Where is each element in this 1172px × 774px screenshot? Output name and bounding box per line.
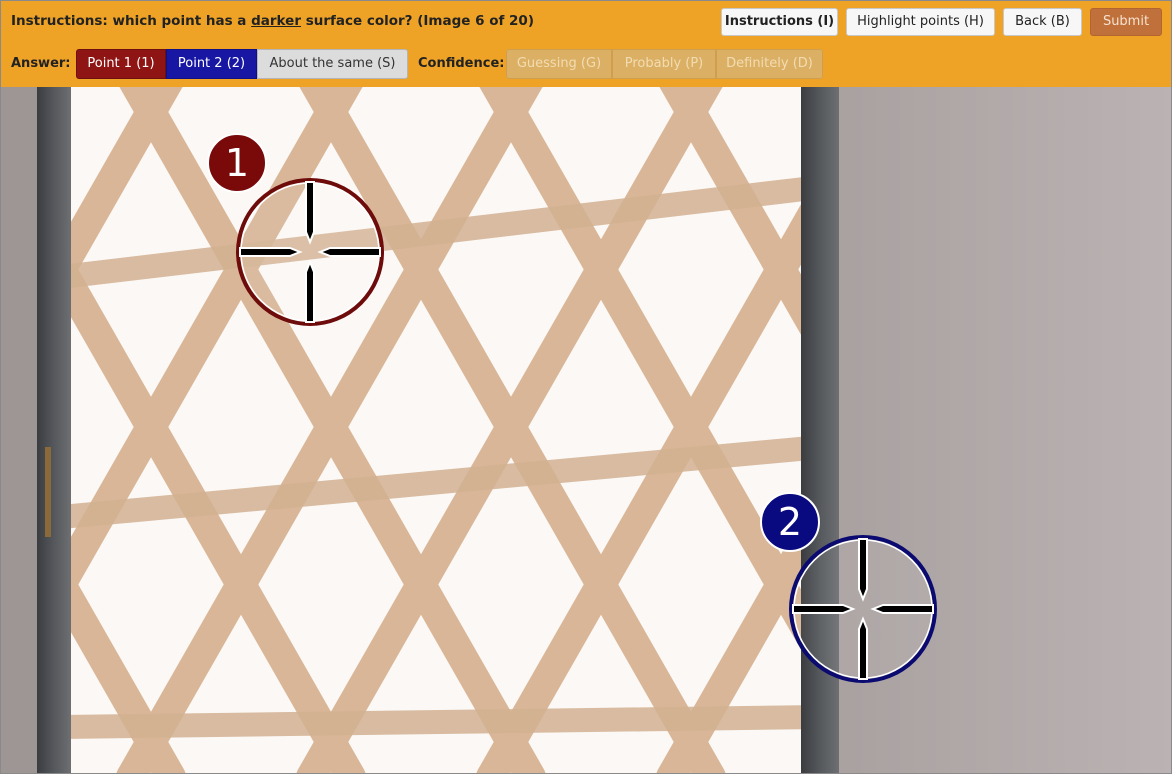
point-2-button[interactable]: Point 2 (2) [166, 49, 257, 79]
probably-button[interactable]: Probably (P) [612, 49, 716, 79]
toolbar: Instructions: which point has a darker s… [1, 1, 1171, 87]
instructions-button[interactable]: Instructions (I) [721, 8, 838, 36]
about-the-same-button[interactable]: About the same (S) [257, 49, 408, 79]
instructions-text: Instructions: which point has a darker s… [11, 13, 534, 29]
window-lattice-image [1, 87, 1171, 773]
instructions-emphasis: darker [251, 13, 301, 29]
confidence-label: Confidence: [418, 56, 505, 71]
answer-label: Answer: [11, 56, 71, 71]
instructions-prefix: Instructions: which point has a [11, 13, 252, 29]
submit-button[interactable]: Submit [1090, 8, 1162, 36]
scene-photo [1, 87, 1171, 773]
app-frame: Instructions: which point has a darker s… [0, 0, 1172, 774]
point-2-crosshair-icon [789, 535, 937, 683]
definitely-button[interactable]: Definitely (D) [716, 49, 823, 79]
point-1-crosshair-icon [236, 178, 384, 326]
back-button[interactable]: Back (B) [1003, 8, 1082, 36]
instructions-suffix: surface color? (Image 6 of 20) [301, 13, 535, 29]
highlight-points-button[interactable]: Highlight points (H) [846, 8, 995, 36]
guessing-button[interactable]: Guessing (G) [506, 49, 612, 79]
point-1-button[interactable]: Point 1 (1) [76, 49, 166, 79]
